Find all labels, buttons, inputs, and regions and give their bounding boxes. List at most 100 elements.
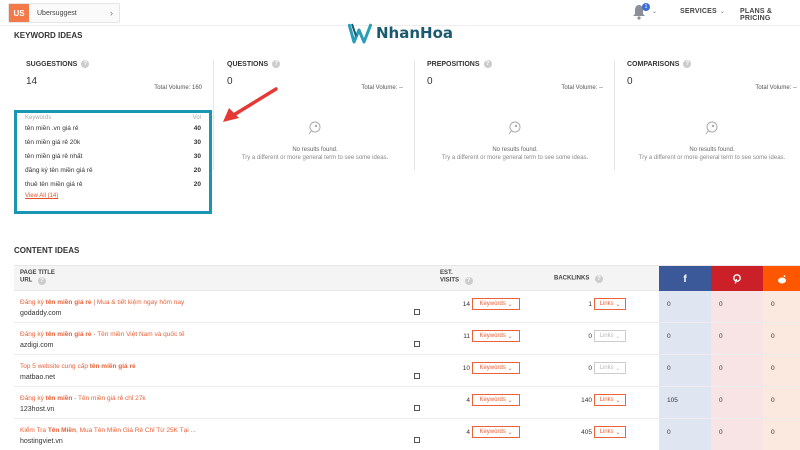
facebook-shares: 105	[659, 387, 711, 418]
content-url: hostingviet.vn	[20, 438, 63, 445]
comparisons-title: COMPARISONS	[627, 60, 680, 68]
keyword-row[interactable]: thuê tên miền giá rẻ 20	[17, 177, 209, 191]
reddit-glyph-icon	[777, 274, 786, 283]
prepositions-title: PREPOSITIONS	[427, 60, 480, 68]
page-title-label: PAGE TITLE	[20, 270, 55, 276]
keywords-button[interactable]: Keywords ⌄	[472, 394, 520, 406]
est-visits-value: 14	[462, 301, 470, 308]
notification-count-badge: 1	[642, 3, 650, 11]
title-highlight: tên miền	[45, 395, 73, 402]
title-text: - Tên miền Việt Nam và quốc tế	[91, 331, 185, 338]
help-icon[interactable]: ?	[683, 60, 692, 68]
keyword-row[interactable]: tên miền .vn giá rẻ 40	[17, 121, 209, 135]
keyword-vol: 30	[193, 152, 201, 160]
keyword-row[interactable]: đăng ký tên miền giá rẻ 20	[17, 163, 209, 177]
links-button[interactable]: Links ⌄	[594, 426, 626, 438]
content-title-link[interactable]: Đăng ký tên miền giá rẻ | Mua & tiết kiệ…	[20, 299, 184, 306]
content-row: Top 5 website cung cấp tên miền giá rẻ m…	[14, 355, 800, 387]
project-selector[interactable]: US Ubersuggest ›	[8, 3, 120, 23]
keywords-button[interactable]: Keywords ⌄	[472, 362, 520, 374]
keyword-vol: 20	[193, 180, 201, 188]
nav-plans-pricing[interactable]: PLANS & PRICING	[740, 8, 800, 22]
title-highlight: Tên Miền	[47, 427, 76, 434]
keywords-button[interactable]: Keywords ⌄	[472, 298, 520, 310]
reddit-icon[interactable]	[763, 266, 800, 292]
no-results-hint: Try a different or more general term to …	[441, 155, 589, 161]
links-button[interactable]: Links ⌄	[594, 394, 626, 406]
external-link-icon[interactable]	[414, 405, 420, 411]
links-button[interactable]: Links ⌄	[594, 298, 626, 310]
keyword-vol: 40	[193, 124, 201, 132]
est-visits-header[interactable]: EST. VISITS ?	[440, 270, 473, 285]
chevron-down-icon[interactable]: ⌄	[652, 8, 657, 15]
external-link-icon[interactable]	[414, 309, 420, 315]
links-button[interactable]: Links ⌄	[594, 330, 626, 342]
keyword-list-header: Keywords Vol	[17, 113, 209, 121]
help-icon[interactable]: ?	[595, 275, 604, 283]
content-row: Đăng ký tên miền giá rẻ - Tên miền Việt …	[14, 323, 800, 355]
title-text: Top 5 website cung cấp	[20, 363, 90, 370]
content-ideas-table: PAGE TITLE URL ? EST. VISITS ? BACKLINKS…	[14, 265, 800, 450]
title-text: | Mua & tiết kiệm ngay hôm nay	[91, 299, 185, 306]
links-button-label: Links	[599, 301, 614, 307]
reddit-shares: 0	[763, 387, 800, 418]
keyword-ideas-title: KEYWORD IDEAS	[14, 31, 83, 40]
title-text: Kiểm Tra	[20, 427, 48, 434]
keywords-button-label: Keywords	[479, 397, 506, 403]
nhanhoa-logo-icon	[348, 23, 372, 44]
facebook-shares: 0	[659, 323, 711, 354]
keyword-text: tên miền .vn giá rẻ	[25, 124, 79, 132]
pinterest-icon[interactable]	[711, 266, 763, 292]
search-empty-icon	[705, 121, 718, 135]
keyword-row[interactable]: tên miền giá rẻ nhất 30	[17, 149, 209, 163]
search-empty-icon	[308, 121, 321, 135]
nhanhoa-watermark-logo: NhanHoa	[348, 22, 453, 44]
facebook-shares: 0	[659, 419, 711, 450]
keywords-button[interactable]: Keywords ⌄	[472, 426, 520, 438]
chevron-down-icon: ⌄	[719, 9, 726, 15]
backlinks-header[interactable]: BACKLINKS ?	[554, 275, 604, 283]
external-link-icon[interactable]	[414, 341, 420, 347]
reddit-shares: 0	[763, 419, 800, 450]
title-text: Đăng ký	[20, 331, 46, 338]
title-highlight: tên miền giá rẻ	[45, 331, 92, 338]
links-button-label: Links	[599, 333, 614, 339]
page-title-header[interactable]: PAGE TITLE URL ?	[20, 270, 55, 285]
content-title-link[interactable]: Đăng ký tên miền - Tên miền giá rẻ chỉ 2…	[20, 395, 146, 402]
links-button[interactable]: Links ⌄	[594, 362, 626, 374]
annotation-arrow-icon	[223, 87, 278, 122]
project-badge: US	[9, 4, 29, 22]
vol-column-header: Vol	[192, 115, 201, 121]
help-icon[interactable]: ?	[37, 277, 46, 285]
external-link-icon[interactable]	[414, 437, 420, 443]
help-icon[interactable]: ?	[464, 277, 473, 285]
content-row: Kiểm Tra Tên Miền, Mua Tên Miền Giá Rẻ C…	[14, 419, 800, 450]
reddit-shares: 0	[763, 355, 800, 386]
comparisons-card: COMPARISONS ? 0 Total Volume: -- No resu…	[627, 60, 797, 228]
nav-plans-label: PLANS & PRICING	[740, 8, 773, 22]
title-highlight: tên miền giá rẻ	[89, 363, 136, 370]
content-title-link[interactable]: Đăng ký tên miền giá rẻ - Tên miền Việt …	[20, 331, 185, 338]
no-results-text: No results found.	[292, 147, 338, 153]
keyword-row[interactable]: tên miền giá rẻ 20k 30	[17, 135, 209, 149]
content-title-link[interactable]: Kiểm Tra Tên Miền, Mua Tên Miền Giá Rẻ C…	[20, 427, 196, 434]
keywords-button[interactable]: Keywords ⌄	[472, 330, 520, 342]
view-all-link[interactable]: View All (14)	[17, 193, 209, 199]
content-title-link[interactable]: Top 5 website cung cấp tên miền giá rẻ	[20, 363, 136, 370]
suggestions-title: SUGGESTIONS	[26, 60, 78, 68]
comparisons-total-volume: Total Volume: --	[755, 85, 797, 91]
content-url: matbao.net	[20, 374, 56, 381]
nav-services[interactable]: SERVICES ⌄	[680, 8, 725, 15]
est-visits-value: 4	[466, 429, 470, 436]
help-icon[interactable]: ?	[272, 60, 281, 68]
reddit-shares: 0	[763, 291, 800, 322]
pinterest-shares: 0	[711, 419, 763, 450]
external-link-icon[interactable]	[414, 373, 420, 379]
facebook-icon[interactable]: f	[659, 266, 711, 292]
help-icon[interactable]: ?	[483, 60, 492, 68]
content-url: godaddy.com	[20, 310, 62, 317]
content-url: 123host.vn	[20, 406, 55, 413]
est-visits-value: 10	[462, 365, 470, 372]
facebook-shares: 0	[659, 291, 711, 322]
help-icon[interactable]: ?	[81, 60, 90, 68]
